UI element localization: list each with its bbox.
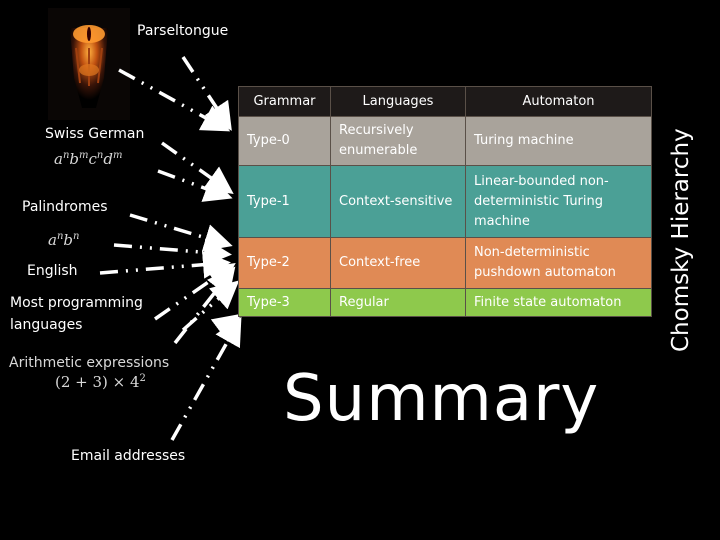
slide-title: Summary: [283, 362, 600, 436]
table-row: Type-2 Context-free Non-deterministic pu…: [238, 237, 652, 289]
arrow-parseltongue-2: [118, 68, 231, 132]
table-row: Type-0 Recursively enumerable Turing mac…: [238, 116, 652, 166]
cell-automaton: Turing machine: [465, 116, 652, 166]
header-automaton: Automaton: [465, 86, 652, 117]
chomsky-table: Grammar Languages Automaton Type-0 Recur…: [238, 86, 652, 317]
arrow-palindromes: [129, 213, 233, 252]
arrow-palindromes-expr: [113, 238, 232, 267]
arrow-swiss-expr: [157, 169, 233, 202]
table-row: Type-3 Regular Finite state automaton: [238, 288, 652, 317]
cell-grammar: Type-2: [238, 237, 331, 289]
cell-grammar: Type-1: [238, 165, 331, 238]
arrow-email: [170, 316, 242, 441]
cell-languages: Recursively enumerable: [330, 116, 466, 166]
arrow-programming: [154, 263, 236, 321]
cell-automaton: Linear-bounded non-deterministic Turing …: [465, 165, 652, 238]
cell-automaton: Non-deterministic pushdown automaton: [465, 237, 652, 289]
arrow-english: [99, 250, 231, 279]
arrow-swiss-german: [160, 141, 234, 195]
arrow-parseltongue-1: [181, 56, 232, 131]
table-row: Type-1 Context-sensitive Linear-bounded …: [238, 165, 652, 238]
table-header-row: Grammar Languages Automaton: [238, 86, 652, 117]
arrow-arithmetic-1: [173, 266, 236, 345]
arrow-arithmetic-3: [210, 313, 242, 342]
cell-languages: Regular: [330, 288, 466, 317]
header-languages: Languages: [330, 86, 466, 117]
cell-languages: Context-sensitive: [330, 165, 466, 238]
cell-grammar: Type-3: [238, 288, 331, 317]
cell-languages: Context-free: [330, 237, 466, 289]
cell-grammar: Type-0: [238, 116, 331, 166]
side-title: Chomsky Hierarchy: [668, 128, 694, 352]
cell-automaton: Finite state automaton: [465, 288, 652, 317]
header-grammar: Grammar: [238, 86, 331, 117]
